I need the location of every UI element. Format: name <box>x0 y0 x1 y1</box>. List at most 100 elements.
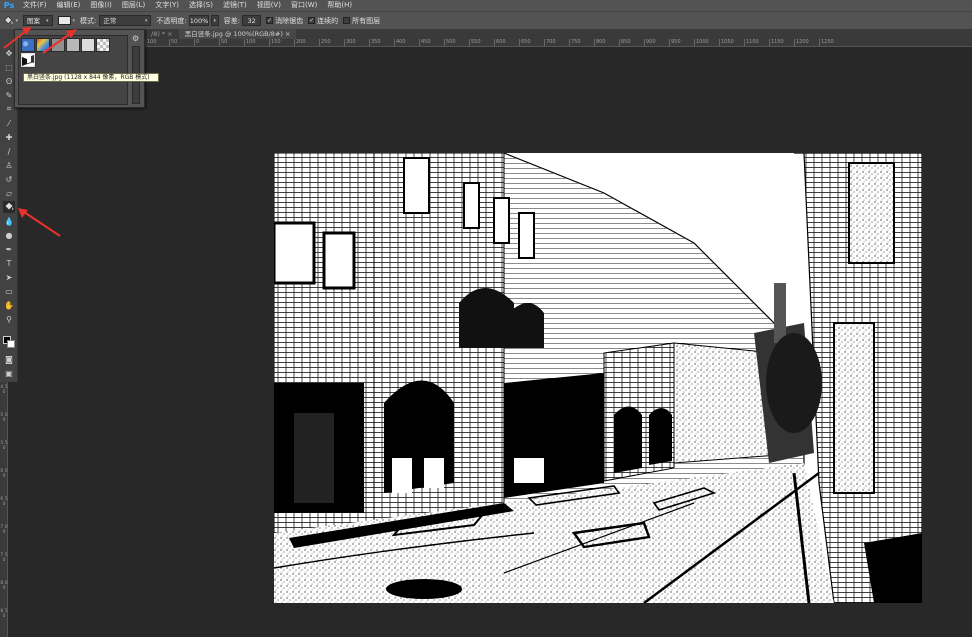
pattern-swatch-black-white-stripes[interactable] <box>20 52 36 68</box>
healing-brush-tool-icon[interactable]: ✚ <box>3 131 15 143</box>
vertical-ruler[interactable]: 4 5 0 5 0 0 5 5 0 6 0 0 6 5 0 7 0 0 7 5 … <box>0 382 8 637</box>
pattern-swatch-transparent[interactable] <box>96 38 110 52</box>
zoom-tool-icon[interactable]: ⚲ <box>3 313 15 325</box>
ruler-tick: 350 <box>369 39 381 46</box>
ruler-tick: 100 <box>244 39 256 46</box>
clone-stamp-tool-icon[interactable]: ♙ <box>3 159 15 171</box>
ruler-tick: 1100 <box>744 39 759 46</box>
pattern-swatch-dropdown[interactable]: ▾ <box>57 16 76 25</box>
ruler-tick: 750 <box>569 39 581 46</box>
ruler-tick: 300 <box>344 39 356 46</box>
ruler-tick: 450 <box>419 39 431 46</box>
tolerance-label: 容差: <box>223 16 241 25</box>
document-tab-strip: /8) * × 黑白竖条.jpg @ 100%(RGB/8#) × <box>145 29 972 39</box>
ruler-tick: 600 <box>494 39 506 46</box>
ruler-tick: 250 <box>319 39 331 46</box>
ruler-tick: 4 5 0 <box>0 385 8 395</box>
tool-preset-picker[interactable]: ▾ <box>2 14 18 28</box>
menu-help[interactable]: 帮助(H) <box>322 0 357 11</box>
pen-tool-icon[interactable]: ✒ <box>3 243 15 255</box>
ruler-tick: 6 0 0 <box>0 469 8 479</box>
contiguous-checkbox[interactable]: ✓ 连续的 <box>308 16 338 26</box>
photoshop-window: Ps 文件(F) 编辑(E) 图像(I) 图层(L) 文字(Y) 选择(S) 滤… <box>0 0 972 637</box>
paint-bucket-tool-icon[interactable] <box>3 201 15 213</box>
contiguous-label: 连续的 <box>317 16 339 25</box>
ruler-tick: 50 <box>219 39 228 46</box>
menu-file[interactable]: 文件(F) <box>18 0 52 11</box>
eraser-tool-icon[interactable]: ▱ <box>3 187 15 199</box>
menu-layer[interactable]: 图层(L) <box>117 0 150 11</box>
ruler-tick: 7 0 0 <box>0 525 8 535</box>
ruler-tick: 5 0 0 <box>0 413 8 423</box>
pattern-swatch <box>57 16 71 25</box>
fill-source-dropdown[interactable]: 图案 ▾ <box>23 15 53 26</box>
ruler-tick: 550 <box>469 39 481 46</box>
ruler-tick: 6 5 0 <box>0 497 8 507</box>
chevron-down-icon: ▾ <box>46 17 49 24</box>
opacity-slider-button[interactable]: ▾ <box>210 15 219 26</box>
menu-view[interactable]: 视图(V) <box>252 0 286 11</box>
checkbox-unchecked-icon <box>343 17 351 24</box>
chevron-down-icon: ▾ <box>72 17 76 24</box>
pattern-swatch-light-paper[interactable] <box>81 38 95 52</box>
blend-mode-value: 正常 <box>103 16 117 25</box>
antialias-label: 消除锯齿 <box>275 16 304 25</box>
ruler-tick: 850 <box>619 39 631 46</box>
opacity-input[interactable]: 100% <box>188 15 209 26</box>
chevron-down-icon: ▾ <box>144 17 148 24</box>
ruler-tick: 7 5 0 <box>0 553 8 563</box>
pattern-swatch-gray-granite[interactable] <box>51 38 65 52</box>
gear-icon[interactable]: ⚙ <box>132 34 139 43</box>
blend-mode-dropdown[interactable]: 正常 ▾ <box>99 15 152 26</box>
ruler-tick: 200 <box>294 39 306 46</box>
ruler-tick: 900 <box>644 39 656 46</box>
checkbox-checked-icon: ✓ <box>308 17 316 24</box>
tolerance-input[interactable]: 32 <box>242 15 262 26</box>
screen-mode-icon[interactable]: ▣ <box>3 367 15 379</box>
app-logo: Ps <box>3 1 15 10</box>
paint-bucket-icon <box>5 202 14 210</box>
eyedropper-tool-icon[interactable]: ⁄ <box>3 117 15 129</box>
menu-image[interactable]: 图像(I) <box>85 0 117 11</box>
ruler-tick: 400 <box>394 39 406 46</box>
menu-filter[interactable]: 滤镜(T) <box>218 0 252 11</box>
ruler-tick: 0 <box>194 39 200 46</box>
paint-bucket-icon <box>4 15 13 24</box>
ruler-tick: 1250 <box>819 39 834 46</box>
pattern-tooltip: 黑白竖条.jpg (1128 x 844 像素，RGB 模式) <box>23 73 159 82</box>
rectangle-tool-icon[interactable]: ▭ <box>3 285 15 297</box>
document-tab-previous[interactable]: /8) * × <box>145 29 179 39</box>
ruler-tick: 800 <box>594 39 606 46</box>
menu-select[interactable]: 选择(S) <box>184 0 218 11</box>
mode-label: 模式: <box>80 16 97 25</box>
dodge-tool-icon[interactable]: ● <box>3 229 15 241</box>
horizontal-ruler[interactable]: 100 50 0 50 100 150 200 250 300 350 400 … <box>145 39 972 47</box>
pattern-swatch-bubbles[interactable] <box>21 38 35 52</box>
ruler-tick: 150 <box>269 39 281 46</box>
ruler-tick: 500 <box>444 39 456 46</box>
document-tab-active[interactable]: 黑白竖条.jpg @ 100%(RGB/8#) × <box>178 29 297 39</box>
menu-type[interactable]: 文字(Y) <box>150 0 184 11</box>
canvas-image[interactable] <box>274 153 922 603</box>
pattern-swatch-tie-dye[interactable] <box>36 38 50 52</box>
quick-mask-icon[interactable]: ◙ <box>3 353 15 365</box>
ruler-tick: 1050 <box>719 39 734 46</box>
all-layers-checkbox[interactable]: 所有图层 <box>343 16 380 26</box>
blur-tool-icon[interactable]: 💧 <box>3 215 15 227</box>
path-selection-tool-icon[interactable]: ➤ <box>3 271 15 283</box>
options-bar: ▾ 图案 ▾ ▾ 模式: 正常 ▾ 不透明度: 100% ▾ 容差: 32 ✓ … <box>0 11 972 29</box>
history-brush-tool-icon[interactable]: ↺ <box>3 173 15 185</box>
menu-edit[interactable]: 编辑(E) <box>52 0 86 11</box>
pattern-swatch-gray-paper[interactable] <box>66 38 80 52</box>
ruler-tick: 950 <box>669 39 681 46</box>
brush-tool-icon[interactable]: ∕ <box>3 145 15 157</box>
hand-tool-icon[interactable]: ✋ <box>3 299 15 311</box>
pattern-picker-panel: ⚙ <box>14 29 145 108</box>
background-color-swatch[interactable] <box>7 340 15 348</box>
chevron-down-icon: ▾ <box>15 17 18 24</box>
type-tool-icon[interactable]: T <box>3 257 15 269</box>
antialias-checkbox[interactable]: ✓ 消除锯齿 <box>266 16 303 26</box>
ruler-tick: 1200 <box>794 39 809 46</box>
ruler-tick: 8 0 0 <box>0 581 8 591</box>
menu-window[interactable]: 窗口(W) <box>286 0 322 11</box>
